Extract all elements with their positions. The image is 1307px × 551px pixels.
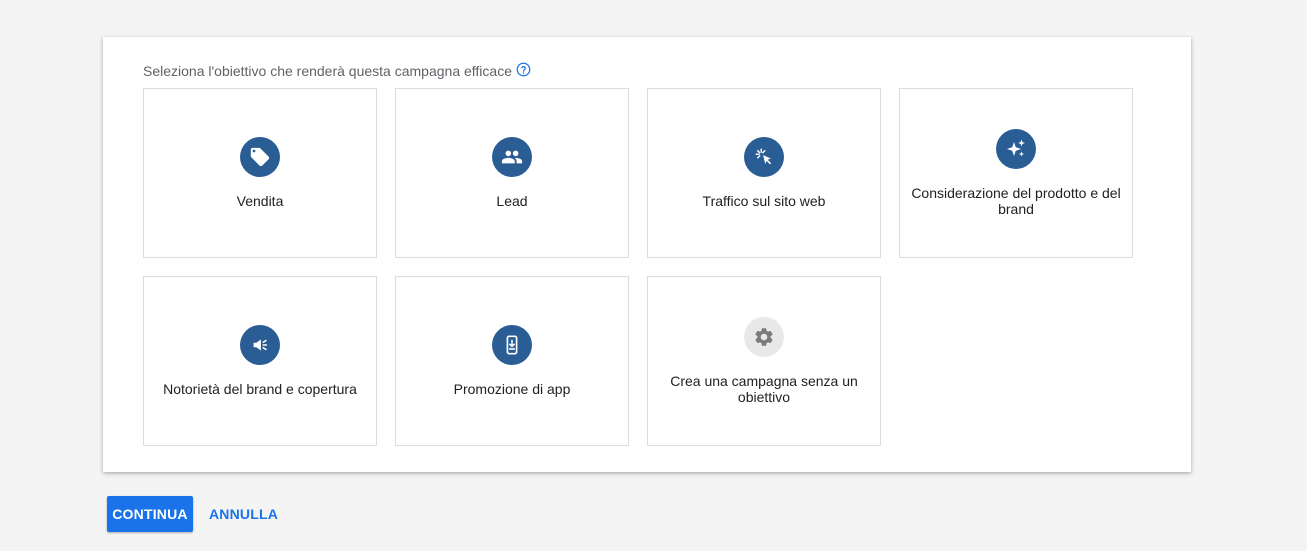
- cancel-button[interactable]: ANNULLA: [203, 496, 284, 532]
- goal-card-label: Lead: [496, 193, 528, 209]
- goal-card-label: Promozione di app: [453, 381, 571, 397]
- goal-card-label: Crea una campagna senza un obiettivo: [670, 373, 858, 405]
- objective-prompt: Seleziona l'obiettivo che renderà questa…: [143, 62, 531, 79]
- tag-icon: [240, 137, 280, 177]
- gear-icon: [744, 317, 784, 357]
- goal-card-label: Notorietà del brand e copertura: [163, 381, 357, 397]
- goal-card-leads[interactable]: Lead: [395, 88, 629, 258]
- cursor-click-icon: [744, 137, 784, 177]
- goal-card-consideration[interactable]: Considerazione del prodotto e del brand: [899, 88, 1133, 258]
- goal-card-label: Traffico sul sito web: [702, 193, 826, 209]
- objective-panel: Seleziona l'obiettivo che renderà questa…: [103, 37, 1191, 472]
- goal-card-awareness-reach[interactable]: Notorietà del brand e copertura: [143, 276, 377, 446]
- goal-card-sales[interactable]: Vendita: [143, 88, 377, 258]
- goal-card-app-promotion[interactable]: Promozione di app: [395, 276, 629, 446]
- help-circle-icon[interactable]: [516, 62, 531, 77]
- phone-download-icon: [492, 325, 532, 365]
- speaker-icon: [240, 325, 280, 365]
- continue-button[interactable]: CONTINUA: [107, 496, 193, 532]
- goal-card-label: Vendita: [236, 193, 284, 209]
- goal-card-label: Considerazione del prodotto e del brand: [911, 185, 1121, 217]
- sparkle-icon: [996, 129, 1036, 169]
- goal-card-no-objective[interactable]: Crea una campagna senza un obiettivo: [647, 276, 881, 446]
- goal-card-website-traffic[interactable]: Traffico sul sito web: [647, 88, 881, 258]
- people-icon: [492, 137, 532, 177]
- objective-prompt-text: Seleziona l'obiettivo che renderà questa…: [143, 63, 512, 79]
